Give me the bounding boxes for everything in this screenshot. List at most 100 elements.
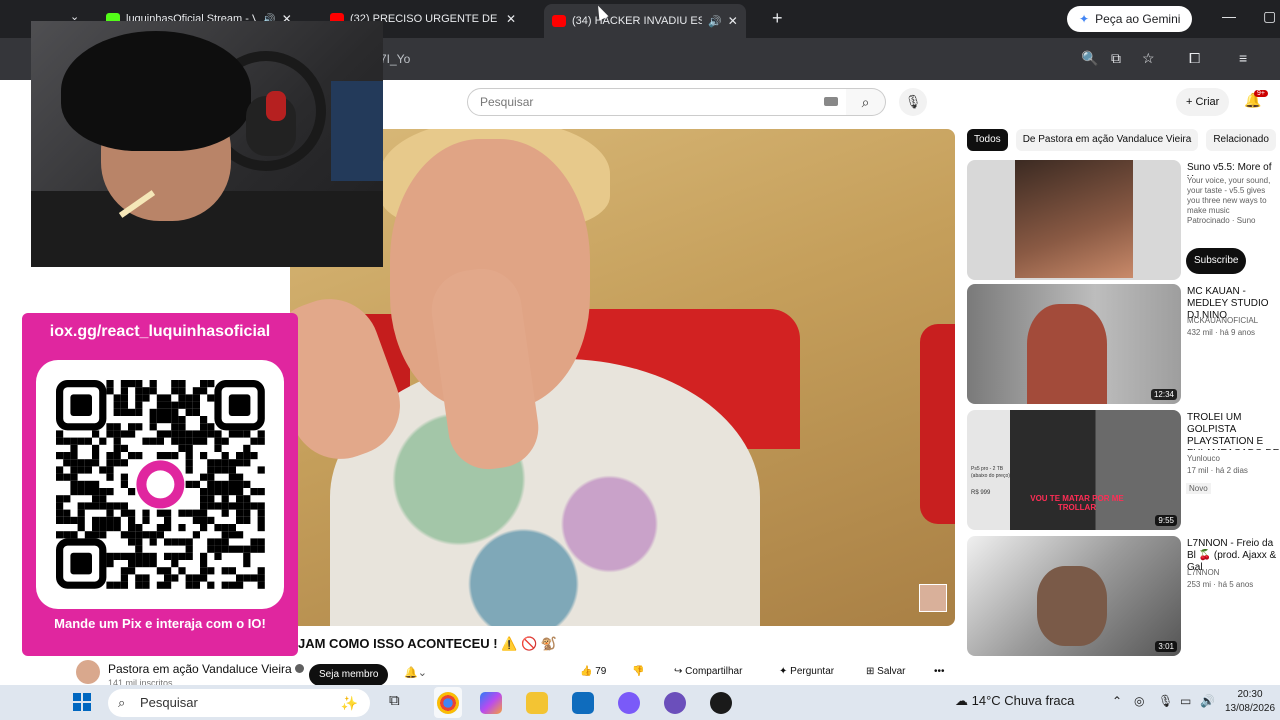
qr-module <box>77 466 85 474</box>
windows-start-icon[interactable] <box>73 693 91 711</box>
qr-module <box>200 502 208 510</box>
qr-module <box>70 444 78 452</box>
video-thumbnail[interactable]: Ps5 pro - 2 TB (abaixo do preço) R$ 999 … <box>967 410 1181 530</box>
copilot-icon[interactable] <box>480 692 502 714</box>
close-tab-icon[interactable]: ✕ <box>728 14 738 28</box>
qr-module <box>207 430 215 438</box>
qr-module <box>128 452 136 460</box>
qr-module <box>221 466 229 474</box>
like-button[interactable]: 👍 79 <box>580 666 606 677</box>
create-button[interactable]: + Criar <box>1176 88 1230 116</box>
qr-module <box>207 581 215 589</box>
qr-module <box>164 552 172 560</box>
recommendation-item[interactable]: 3:01 L7NNON - Freio da Bl 🍒 (prod. Ajaxx… <box>967 536 1280 656</box>
search-input[interactable]: Pesquisar <box>467 88 847 116</box>
minimize-icon[interactable]: — <box>1222 8 1236 24</box>
qr-module <box>77 488 85 496</box>
zoom-icon[interactable]: 🔍 <box>1081 50 1098 67</box>
chip-related[interactable]: Relacionado <box>1206 129 1276 151</box>
extensions-icon[interactable]: ⧠ <box>1189 50 1200 67</box>
system-clock[interactable]: 20:30 13/08/2026 <box>1222 688 1278 716</box>
video-thumbnail[interactable]: 3:01 <box>967 536 1181 656</box>
subscription-bell-icon[interactable]: 🔔⌄ <box>404 666 427 679</box>
bookmark-star-icon[interactable]: ☆ <box>1142 50 1155 67</box>
keyboard-icon[interactable] <box>824 97 838 106</box>
taskbar-search-input[interactable]: ⌕ Pesquisar ✨ <box>108 689 370 717</box>
more-actions-icon[interactable]: ••• <box>934 666 945 677</box>
recommendation-item[interactable]: Ps5 pro - 2 TB (abaixo do preço) R$ 999 … <box>967 410 1280 530</box>
obs-icon[interactable] <box>710 692 732 714</box>
chip-all[interactable]: Todos <box>967 129 1008 151</box>
recommendation-item[interactable]: 12:34 MC KAUAN - MEDLEY STUDIO DJ NINO M… <box>967 284 1280 404</box>
qr-module <box>200 473 208 481</box>
search-button[interactable]: ⌕ <box>846 88 886 116</box>
channel-name[interactable]: Pastora em ação Vandaluce Vieira <box>108 662 304 676</box>
dislike-button[interactable]: 👎 <box>632 666 644 677</box>
qr-module <box>70 480 78 488</box>
gemini-button[interactable]: ✦ Peça ao Gemini <box>1067 6 1193 32</box>
thumbs-down-icon: 👎 <box>632 666 645 677</box>
qr-module <box>257 516 265 524</box>
display-icon[interactable]: ▭ <box>1180 694 1191 708</box>
qr-card <box>36 360 284 609</box>
qr-module <box>128 509 136 517</box>
channel-avatar[interactable] <box>76 660 100 684</box>
qr-module <box>171 574 179 582</box>
qr-module <box>92 459 100 467</box>
qr-module <box>63 452 71 460</box>
qr-module <box>120 502 128 510</box>
qr-module <box>243 430 251 438</box>
new-tab-icon[interactable]: + <box>772 8 783 29</box>
join-button[interactable]: Seja membro <box>309 664 389 686</box>
video-thumbnail[interactable] <box>967 160 1181 280</box>
channel-watermark[interactable] <box>919 584 947 612</box>
maximize-icon[interactable]: ▢ <box>1263 8 1276 25</box>
qr-module <box>178 394 186 402</box>
close-tab-icon[interactable]: ✕ <box>506 12 516 26</box>
microphone-icon[interactable]: 🎙 <box>1158 694 1173 708</box>
task-view-icon[interactable]: ⧉ <box>389 692 400 709</box>
qr-module <box>200 560 208 568</box>
qr-module <box>70 531 78 539</box>
tray-expand-icon[interactable]: ⌃ <box>1112 694 1122 708</box>
chip-channel[interactable]: De Pastora em ação Vandaluce Vieira <box>1015 129 1199 151</box>
qr-module <box>120 531 128 539</box>
share-button[interactable]: ↪ Compartilhar <box>674 666 742 677</box>
voice-search-button[interactable]: 🎙 <box>899 88 927 116</box>
media-controls-icon[interactable]: ≡ <box>1239 50 1247 66</box>
discord-icon[interactable] <box>618 692 640 714</box>
install-icon[interactable]: ⧉ <box>1111 50 1121 67</box>
save-button[interactable]: ⊞ Salvar <box>866 666 906 677</box>
qr-module <box>207 459 215 467</box>
qr-module <box>120 480 128 488</box>
qr-module <box>120 574 128 582</box>
recommendation-meta: 432 mil · há 9 anos <box>1187 328 1256 337</box>
qr-module <box>63 459 71 467</box>
qr-module <box>106 423 114 431</box>
subscribe-button[interactable]: Subscribe <box>1186 248 1247 274</box>
url-field[interactable]: 7I_Yo <box>380 44 1060 74</box>
qr-module <box>214 538 222 546</box>
clock-date: 13/08/2026 <box>1224 703 1276 714</box>
qr-module <box>185 574 193 582</box>
qr-module <box>171 437 179 445</box>
qr-module <box>92 452 100 460</box>
qr-module <box>84 480 92 488</box>
twitch-icon[interactable] <box>664 692 686 714</box>
qr-code[interactable] <box>36 360 284 609</box>
speaker-icon[interactable]: 🔊 <box>708 15 722 28</box>
volume-icon[interactable]: 🔊 <box>1200 694 1215 708</box>
outlook-icon[interactable] <box>572 692 594 714</box>
qr-module <box>84 437 92 445</box>
video-thumbnail[interactable]: 12:34 <box>967 284 1181 404</box>
chrome-icon[interactable] <box>437 692 459 714</box>
tab-youtube-active[interactable]: (34) HACKER INVADIU ESSE 🔊 ✕ <box>544 4 746 38</box>
qr-module <box>106 459 114 467</box>
weather-widget[interactable]: ☁ 14°C Chuva fraca <box>955 693 1074 709</box>
video-player[interactable] <box>290 129 955 626</box>
ask-button[interactable]: ✦ Perguntar <box>779 666 834 677</box>
qr-module <box>200 524 208 532</box>
qr-module <box>113 444 121 452</box>
network-app-icon[interactable]: ◎ <box>1134 694 1144 708</box>
file-explorer-icon[interactable] <box>526 692 548 714</box>
